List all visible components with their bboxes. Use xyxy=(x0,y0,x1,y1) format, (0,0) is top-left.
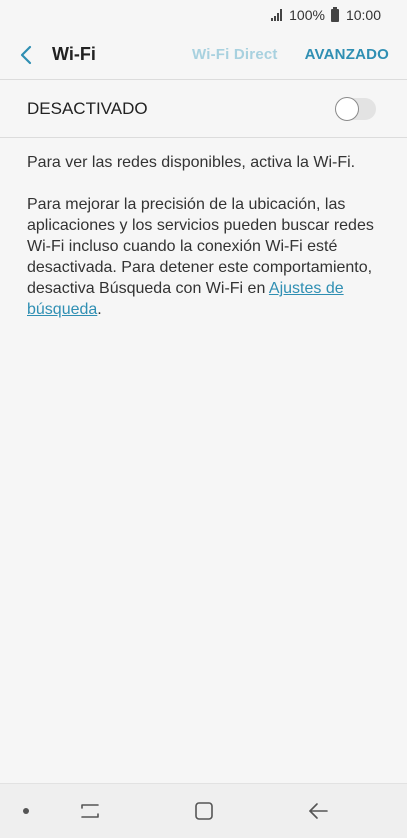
advanced-button[interactable]: AVANZADO xyxy=(305,46,389,63)
wifi-toggle-row[interactable]: DESACTIVADO xyxy=(0,81,407,138)
toggle-knob xyxy=(335,97,359,121)
wifi-toggle-switch[interactable] xyxy=(335,97,376,121)
back-button[interactable] xyxy=(0,30,52,80)
chevron-left-icon xyxy=(20,45,32,64)
info-paragraph-2: Para mejorar la precisión de la ubicació… xyxy=(27,194,379,320)
arrow-left-icon xyxy=(309,803,328,819)
nav-dot-indicator xyxy=(23,808,29,814)
info-paragraph-2-end: . xyxy=(97,301,102,318)
toggle-label: DESACTIVADO xyxy=(27,99,148,118)
info-content: Para ver las redes disponibles, activa l… xyxy=(27,152,379,341)
recents-icon xyxy=(81,804,99,818)
nav-back-button[interactable] xyxy=(302,796,334,826)
recents-button[interactable] xyxy=(74,796,106,826)
battery-percent: 100% xyxy=(289,7,325,23)
page-title: Wi-Fi xyxy=(52,44,96,64)
wifi-direct-button[interactable]: Wi-Fi Direct xyxy=(192,46,278,63)
info-paragraph-1: Para ver las redes disponibles, activa l… xyxy=(27,154,356,171)
signal-icon xyxy=(271,9,283,21)
clock: 10:00 xyxy=(345,7,381,23)
app-header: Wi-Fi Wi-Fi Direct AVANZADO xyxy=(0,30,407,80)
home-button[interactable] xyxy=(188,796,220,826)
battery-icon xyxy=(330,6,339,22)
navigation-bar xyxy=(0,783,407,838)
home-icon xyxy=(195,802,213,820)
status-bar: 100% 10:00 xyxy=(0,0,407,30)
